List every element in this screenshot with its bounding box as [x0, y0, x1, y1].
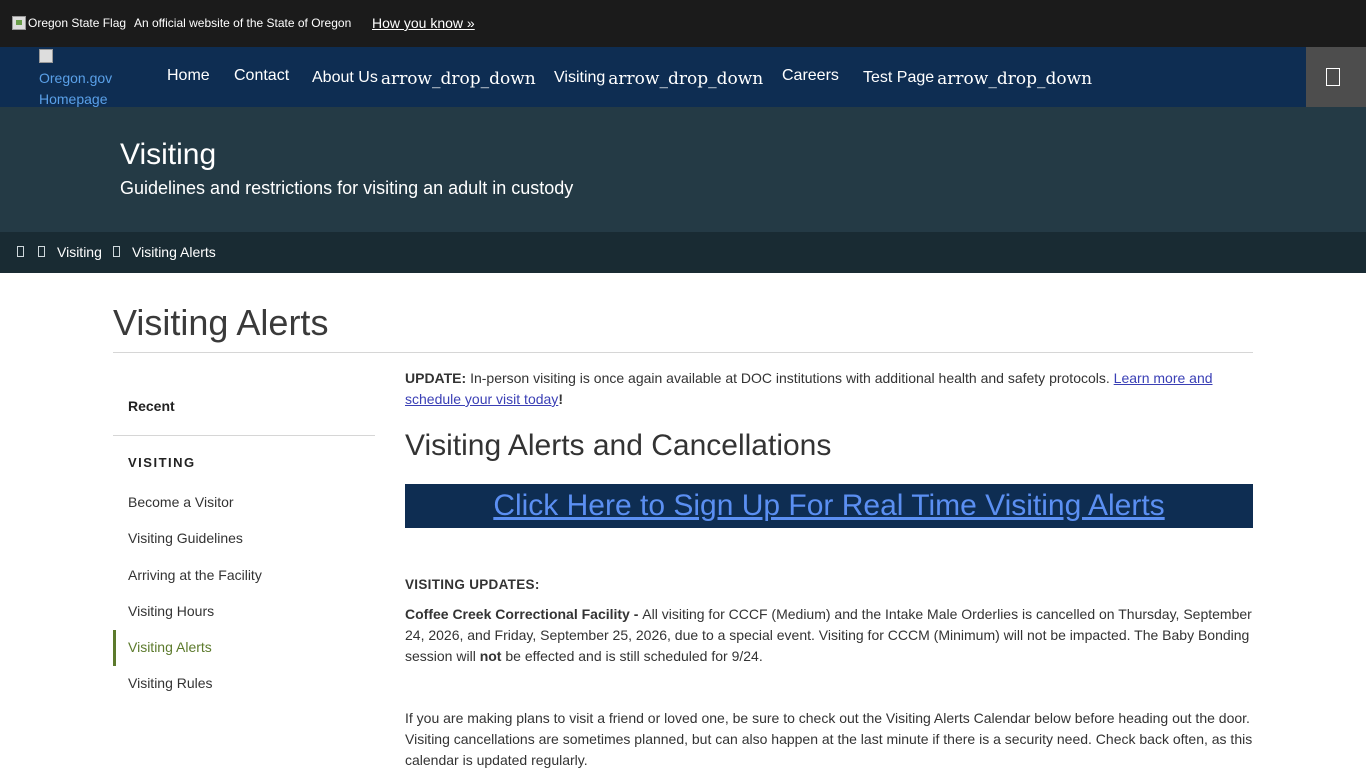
- sidebar-recent-link[interactable]: Recent: [128, 398, 175, 414]
- sidebar-divider: [113, 435, 375, 436]
- oregon-flag-image: Oregon State Flag: [12, 16, 126, 30]
- nav-item-label: Visiting: [554, 69, 606, 86]
- hero-banner: Visiting Guidelines and restrictions for…: [0, 107, 1366, 232]
- sidebar-item-visiting-hours[interactable]: Visiting Hours: [128, 603, 214, 619]
- breadcrumb: Visiting Visiting Alerts: [0, 232, 1366, 273]
- nav-item-label: About Us: [312, 69, 378, 86]
- nav-item-home[interactable]: Home: [167, 67, 210, 85]
- update-text: In-person visiting is once again availab…: [466, 370, 1114, 386]
- menu-toggle-button[interactable]: [1306, 47, 1366, 107]
- hero-title: Visiting: [120, 138, 217, 171]
- nav-item-label: Test Page: [863, 69, 935, 86]
- nav-item-about-us[interactable]: About Us arrow_drop_down: [312, 67, 536, 89]
- page-title: Visiting Alerts: [113, 302, 329, 343]
- breadcrumb-item-visiting[interactable]: Visiting: [57, 244, 102, 260]
- plans-paragraph: If you are making plans to visit a frien…: [405, 710, 1253, 768]
- sidebar-item-visiting-alerts[interactable]: Visiting Alerts: [128, 639, 212, 655]
- home-icon[interactable]: [17, 246, 24, 257]
- arrow-drop-down-icon: arrow_drop_down: [937, 69, 1093, 89]
- breadcrumb-item-current: Visiting Alerts: [132, 244, 216, 260]
- nav-item-visiting[interactable]: Visiting arrow_drop_down: [554, 67, 764, 89]
- nav-item-contact[interactable]: Contact: [234, 67, 289, 85]
- broken-image-icon: [12, 16, 26, 30]
- chevron-right-icon: [113, 246, 120, 257]
- nav-item-test-page[interactable]: Test Page arrow_drop_down: [863, 67, 1093, 89]
- logo-alt-line1: Oregon.gov: [39, 70, 113, 86]
- update-end: !: [558, 391, 563, 407]
- sidebar-item-visiting-guidelines[interactable]: Visiting Guidelines: [128, 530, 243, 546]
- title-divider: [113, 352, 1253, 353]
- visiting-updates-heading: VISITING UPDATES:: [405, 577, 540, 592]
- broken-image-icon: [39, 49, 53, 63]
- signup-alerts-link[interactable]: Click Here to Sign Up For Real Time Visi…: [493, 489, 1164, 522]
- update-label: UPDATE:: [405, 370, 467, 386]
- sidebar-heading: VISITING: [128, 455, 196, 470]
- logo-alt-line2: Homepage: [39, 91, 108, 107]
- how-you-know-link[interactable]: How you know »: [372, 15, 475, 31]
- update-notice: UPDATE: In-person visiting is once again…: [405, 368, 1253, 410]
- sidebar-item-become-a-visitor[interactable]: Become a Visitor: [128, 494, 234, 510]
- arrow-drop-down-icon: arrow_drop_down: [380, 69, 536, 89]
- signup-banner: Click Here to Sign Up For Real Time Visi…: [405, 484, 1253, 528]
- official-website-text: An official website of the State of Oreg…: [134, 16, 352, 30]
- sidebar-item-visiting-rules[interactable]: Visiting Rules: [128, 675, 213, 691]
- chevron-right-icon: [38, 246, 45, 257]
- hero-subtitle: Guidelines and restrictions for visiting…: [120, 178, 574, 198]
- coffee-creek-update: Coffee Creek Correctional Facility - All…: [405, 604, 1253, 667]
- sidebar-item-arriving-at-facility[interactable]: Arriving at the Facility: [128, 567, 262, 583]
- main-navigation: Oregon.gov Homepage Home Contact About U…: [0, 47, 1366, 107]
- menu-icon: [1326, 68, 1340, 86]
- nav-item-careers[interactable]: Careers: [782, 67, 839, 85]
- ccf-not-emphasis: not: [479, 648, 502, 664]
- ccf-text-part2: be effected and is still scheduled for 9…: [501, 648, 763, 664]
- active-indicator: [113, 630, 116, 666]
- oregon-gov-homepage-logo[interactable]: Oregon.gov Homepage: [39, 47, 129, 110]
- facility-name: Coffee Creek Correctional Facility -: [405, 606, 643, 622]
- flag-alt-text: Oregon State Flag: [28, 16, 127, 30]
- arrow-drop-down-icon: arrow_drop_down: [608, 69, 764, 89]
- official-banner: Oregon State Flag An official website of…: [0, 0, 1366, 47]
- section-title: Visiting Alerts and Cancellations: [405, 429, 832, 462]
